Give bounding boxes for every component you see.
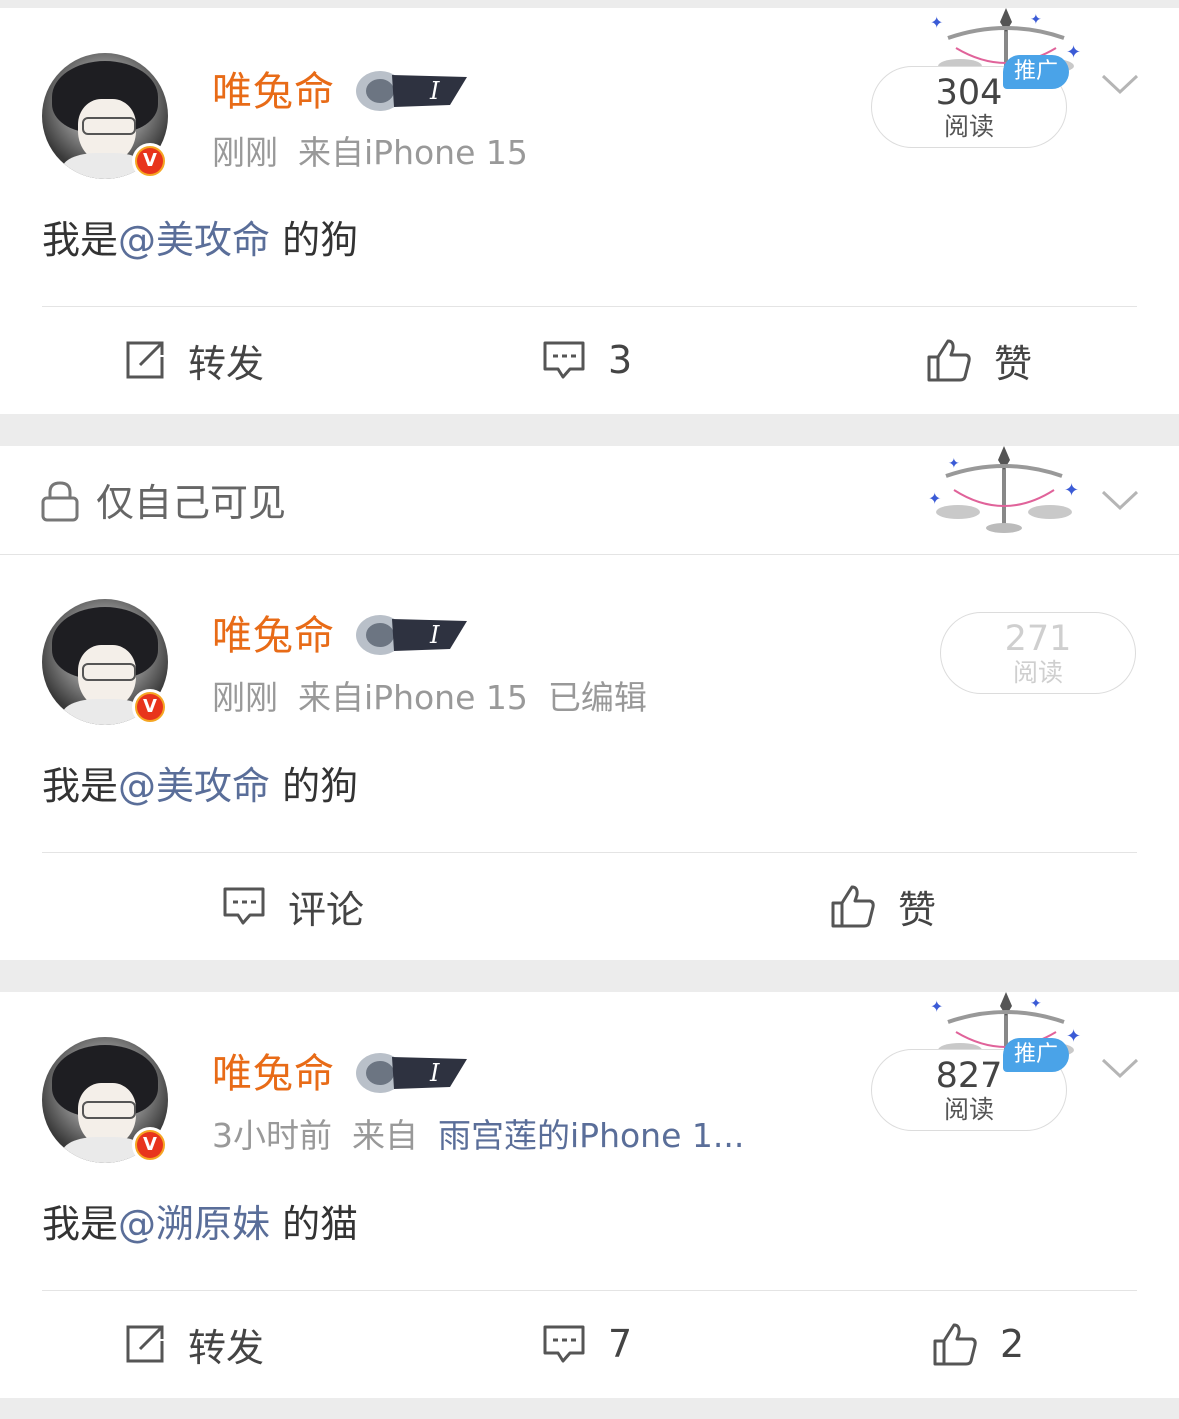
chevron-down-icon[interactable]	[1100, 72, 1140, 96]
repost-icon	[126, 341, 164, 379]
svg-text:✦: ✦	[1030, 996, 1042, 1012]
verified-v-icon: V	[132, 1127, 168, 1163]
medal-badge-icon: I	[356, 1053, 467, 1093]
post-time: 刚刚	[212, 133, 278, 172]
like-button[interactable]: 赞	[926, 335, 1032, 386]
chevron-down-icon[interactable]	[1100, 488, 1140, 512]
comment-button[interactable]: 评论	[222, 881, 364, 932]
svg-text:I: I	[429, 77, 440, 105]
svg-text:✦: ✦	[1030, 12, 1042, 28]
divider	[42, 1290, 1137, 1291]
svg-text:✦: ✦	[948, 456, 960, 472]
lock-icon	[41, 481, 79, 522]
read-count-box[interactable]: 271 阅读	[940, 612, 1136, 694]
post-card: V 唯兔命 I 刚刚 来自iPhone 15 ✦ ✦ ✦ 304 阅读 推广 我是…	[0, 8, 1179, 414]
svg-text:I: I	[429, 1059, 440, 1087]
medal-badge-icon: I	[356, 71, 467, 111]
divider	[42, 306, 1137, 307]
svg-text:✦: ✦	[930, 13, 943, 32]
visibility-label: 仅自己可见	[96, 481, 287, 525]
post-meta: 刚刚 来自iPhone 15	[212, 133, 528, 173]
repost-button[interactable]: 转发	[124, 335, 264, 386]
comment-button[interactable]: 7	[542, 1319, 632, 1369]
svg-text:✦: ✦	[1064, 480, 1079, 501]
promote-badge[interactable]: 推广	[1003, 55, 1069, 89]
verified-v-icon: V	[132, 689, 168, 725]
post-source: 来自iPhone 15	[298, 133, 528, 172]
post-card: 仅自己可见 ✦ ✦ ✦ V 唯兔命 I 刚刚 来自iPhone 15 已编辑 271…	[0, 446, 1179, 960]
like-button[interactable]: 2	[932, 1319, 1024, 1369]
promote-badge[interactable]: 推广	[1003, 1038, 1069, 1072]
medal-badge-icon: I	[356, 615, 467, 655]
svg-text:✦: ✦	[1066, 42, 1081, 63]
post-card: V 唯兔命 I 3小时前 来自 雨宫莲的iPhone 1... ✦ ✦ ✦ 827 …	[0, 992, 1179, 1398]
divider	[0, 554, 1179, 555]
post-meta: 刚刚 来自iPhone 15 已编辑	[212, 678, 647, 718]
svg-text:I: I	[429, 621, 440, 649]
mention-link[interactable]: @美攻命	[118, 764, 270, 808]
libra-scale-icon: ✦ ✦ ✦	[928, 446, 1079, 533]
post-source: 来自 雨宫莲的iPhone 1...	[352, 1116, 745, 1155]
mention-link[interactable]: @溯原妹	[118, 1202, 270, 1246]
comment-icon	[223, 887, 265, 925]
like-icon	[831, 885, 875, 928]
comment-icon	[543, 341, 585, 379]
comment-icon	[543, 1325, 585, 1363]
verified-v-icon: V	[132, 143, 168, 179]
edited-label: 已编辑	[547, 678, 647, 717]
repost-icon	[126, 1325, 164, 1363]
read-label: 阅读	[943, 112, 994, 141]
svg-text:✦: ✦	[1066, 1026, 1081, 1047]
post-source: 来自iPhone 15	[298, 678, 528, 717]
device-link[interactable]: 雨宫莲的iPhone 1...	[438, 1116, 744, 1155]
svg-text:✦: ✦	[928, 489, 941, 508]
like-icon	[927, 339, 971, 382]
username[interactable]: 唯兔命	[212, 612, 335, 660]
like-button[interactable]: 赞	[830, 881, 936, 932]
username[interactable]: 唯兔命	[212, 68, 335, 116]
comment-button[interactable]: 3	[542, 335, 632, 385]
username[interactable]: 唯兔命	[212, 1050, 335, 1098]
svg-text:✦: ✦	[930, 997, 943, 1016]
repost-button[interactable]: 转发	[124, 1319, 264, 1370]
like-icon	[933, 1323, 977, 1366]
read-count: 271	[1004, 619, 1072, 659]
post-text: 我是@美攻命 的狗	[42, 218, 359, 262]
mention-link[interactable]: @美攻命	[118, 218, 270, 262]
read-label: 阅读	[943, 1095, 994, 1124]
divider	[42, 852, 1137, 853]
post-text: 我是@美攻命 的狗	[42, 764, 359, 808]
post-text: 我是@溯原妹 的猫	[42, 1202, 359, 1246]
post-meta: 3小时前 来自 雨宫莲的iPhone 1...	[212, 1116, 744, 1156]
chevron-down-icon[interactable]	[1100, 1056, 1140, 1080]
post-time: 刚刚	[212, 678, 278, 717]
post-time: 3小时前	[212, 1116, 332, 1155]
read-label: 阅读	[1012, 658, 1063, 687]
